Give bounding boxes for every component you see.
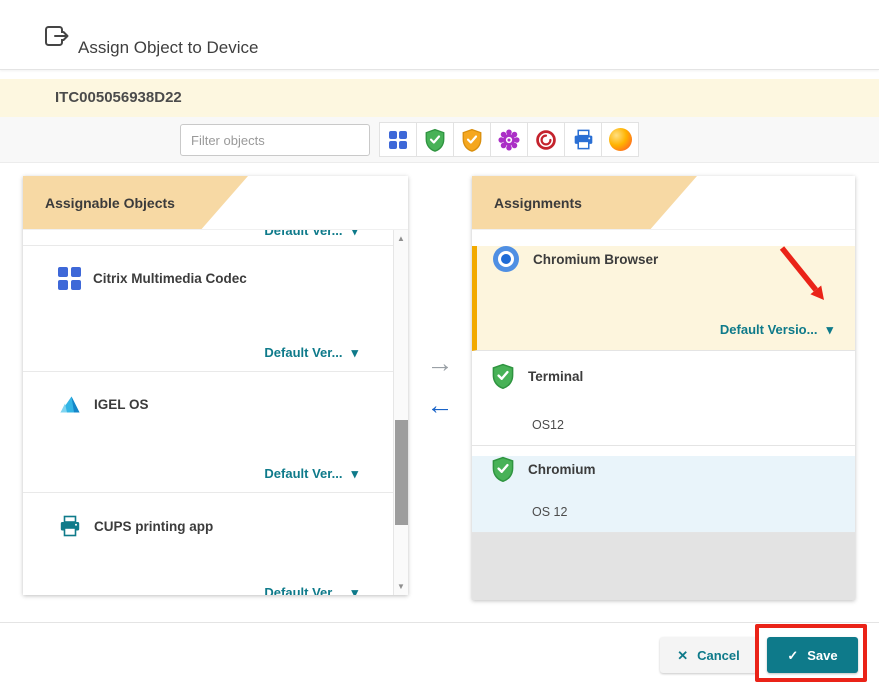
assignment-label: Chromium xyxy=(528,462,596,477)
device-bar: ITC005056938D22 xyxy=(0,79,879,117)
device-id: ITC005056938D22 xyxy=(55,79,182,117)
purple-gear-icon xyxy=(498,129,520,151)
version-dropdown[interactable]: Default Ver... ▾ xyxy=(264,345,358,360)
chevron-down-icon: ▾ xyxy=(351,230,358,237)
close-icon: ✕ xyxy=(677,649,688,662)
os-version-label: OS12 xyxy=(532,418,564,432)
assignments-panel: Assignments Chromium Browser Default Ver… xyxy=(472,176,855,600)
filter-objects-input[interactable] xyxy=(180,124,370,156)
shield-check-icon xyxy=(492,456,514,482)
assignable-objects-list: Default Ver... ▾ Citrix Multimedia Codec… xyxy=(23,230,408,595)
filter-citrix-button[interactable] xyxy=(379,122,417,157)
dialog-title: Assign Object to Device xyxy=(78,38,258,58)
scroll-up-icon[interactable]: ▲ xyxy=(394,232,408,245)
unassign-arrow-icon[interactable]: ← xyxy=(416,390,464,420)
browser-orange-icon xyxy=(609,128,632,151)
version-label: Default Ver... xyxy=(264,345,342,360)
filter-red-app-button[interactable] xyxy=(527,122,565,157)
assignment-item-terminal[interactable]: Terminal OS12 xyxy=(472,363,855,446)
assignments-list: Chromium Browser Default Versio... ▾ Ter… xyxy=(472,230,855,600)
transfer-arrows: → ← xyxy=(416,348,464,420)
object-label: Citrix Multimedia Codec xyxy=(93,271,247,286)
filter-green-shield-button[interactable] xyxy=(416,122,454,157)
version-label: Default Ver... xyxy=(264,585,342,595)
save-label: Save xyxy=(807,648,837,663)
check-icon: ✓ xyxy=(787,649,798,662)
filter-purple-app-button[interactable] xyxy=(490,122,528,157)
filter-orange-shield-button[interactable] xyxy=(453,122,491,157)
chevron-down-icon: ▾ xyxy=(826,323,833,336)
chromium-browser-icon xyxy=(493,246,519,272)
version-dropdown[interactable]: Default Ver... ▾ xyxy=(264,230,358,238)
assignments-header: Assignments xyxy=(472,176,855,230)
assignment-label: Chromium Browser xyxy=(533,252,658,267)
shield-orange-icon xyxy=(462,128,482,152)
version-label: Default Ver... xyxy=(264,230,342,238)
filter-browser-button[interactable] xyxy=(601,122,639,157)
filter-toolbar xyxy=(0,117,879,163)
assignment-label: Terminal xyxy=(528,369,583,384)
list-item-igel-os[interactable]: IGEL OS Default Ver... ▾ xyxy=(23,393,408,493)
cups-printer-icon xyxy=(58,514,82,538)
os-version-label: OS 12 xyxy=(532,505,567,519)
printer-icon xyxy=(572,128,595,151)
assignment-item-chromium-browser[interactable]: Chromium Browser Default Versio... ▾ xyxy=(472,246,855,351)
version-dropdown[interactable]: Default Ver... ▾ xyxy=(264,466,358,481)
igel-os-icon xyxy=(58,393,82,415)
cancel-button[interactable]: ✕ Cancel xyxy=(660,637,757,673)
shield-check-icon xyxy=(425,128,445,152)
chevron-down-icon: ▾ xyxy=(351,586,358,595)
citrix-icon xyxy=(58,267,81,290)
cancel-label: Cancel xyxy=(697,648,740,663)
assign-arrow-icon[interactable]: → xyxy=(416,348,464,378)
chevron-down-icon: ▾ xyxy=(351,346,358,359)
assignments-title: Assignments xyxy=(494,176,582,230)
list-item-clipped[interactable]: Default Ver... ▾ xyxy=(23,230,408,246)
dialog-header: Assign Object to Device xyxy=(0,0,879,70)
assignment-item-chromium[interactable]: Chromium OS 12 xyxy=(472,456,855,533)
list-item-citrix-multimedia-codec[interactable]: Citrix Multimedia Codec Default Ver... ▾ xyxy=(23,267,408,372)
list-scrollbar[interactable]: ▲ ▼ xyxy=(393,230,408,595)
version-dropdown[interactable]: Default Versio... ▾ xyxy=(720,322,833,337)
filter-printer-button[interactable] xyxy=(564,122,602,157)
assign-object-icon xyxy=(44,24,71,53)
shield-check-icon xyxy=(492,363,514,389)
assign-object-dialog: Assign Object to Device ITC005056938D22 xyxy=(0,0,879,690)
red-ring-icon xyxy=(535,129,557,151)
version-label: Default Ver... xyxy=(264,466,342,481)
list-item-cups-printing-app[interactable]: CUPS printing app Default Ver... ▾ xyxy=(23,514,408,595)
citrix-icon xyxy=(389,131,407,149)
scroll-down-icon[interactable]: ▼ xyxy=(394,580,408,593)
save-button[interactable]: ✓ Save xyxy=(767,637,858,673)
version-dropdown[interactable]: Default Ver... ▾ xyxy=(264,585,358,595)
object-label: CUPS printing app xyxy=(94,519,213,534)
assignable-objects-panel: Assignable Objects Default Ver... ▾ Citr… xyxy=(23,176,408,595)
dialog-footer: ✕ Cancel ✓ Save xyxy=(0,622,879,690)
object-label: IGEL OS xyxy=(94,397,149,412)
assignments-empty-area xyxy=(472,533,855,600)
chevron-down-icon: ▾ xyxy=(351,467,358,480)
assignable-objects-title: Assignable Objects xyxy=(45,176,175,230)
object-type-filter-group xyxy=(380,122,639,157)
scrollbar-thumb[interactable] xyxy=(395,420,408,525)
assignable-objects-header: Assignable Objects xyxy=(23,176,408,230)
version-label: Default Versio... xyxy=(720,322,818,337)
